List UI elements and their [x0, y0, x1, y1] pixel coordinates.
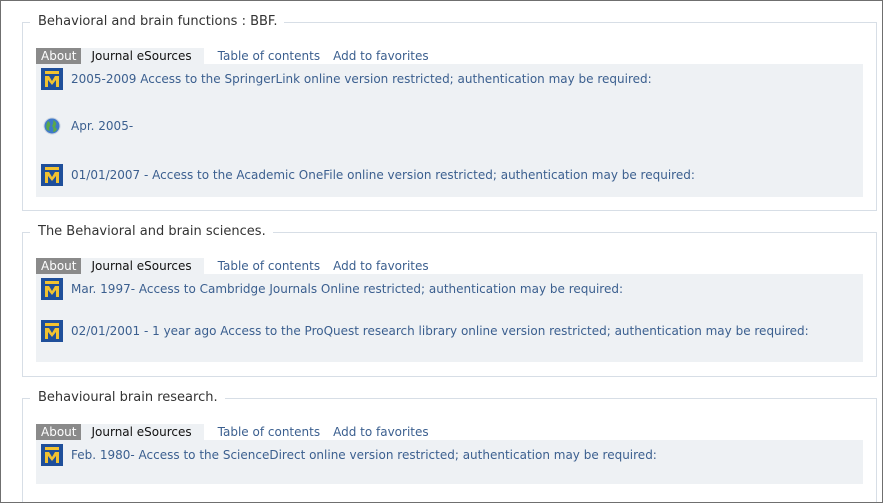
- esources-panel: Mar. 1997- Access to Cambridge Journals …: [36, 274, 863, 362]
- record-tabs: About Journal eSources Table of contents…: [36, 424, 429, 440]
- esource-link[interactable]: 2005-2009 Access to the SpringerLink onl…: [71, 72, 652, 86]
- tab-table-of-contents[interactable]: Table of contents: [218, 424, 320, 440]
- tab-table-of-contents[interactable]: Table of contents: [218, 48, 320, 64]
- esource-entry: Mar. 1997- Access to Cambridge Journals …: [41, 278, 623, 300]
- umich-m-icon: [41, 68, 63, 90]
- esource-link[interactable]: Mar. 1997- Access to Cambridge Journals …: [71, 282, 623, 296]
- tab-about[interactable]: About: [36, 424, 82, 440]
- tab-add-to-favorites[interactable]: Add to favorites: [333, 48, 429, 64]
- umich-m-icon: [41, 164, 63, 186]
- globe-icon: [41, 115, 63, 137]
- tab-add-to-favorites[interactable]: Add to favorites: [333, 424, 429, 440]
- record-title: The Behavioral and brain sciences.: [30, 223, 273, 241]
- record-title: Behavioral and brain functions : BBF.: [30, 13, 285, 31]
- tab-journal-esources[interactable]: Journal eSources: [81, 48, 204, 64]
- esource-link[interactable]: Feb. 1980- Access to the ScienceDirect o…: [71, 448, 657, 462]
- esource-entry: 02/01/2001 - 1 year ago Access to the Pr…: [41, 320, 809, 342]
- tab-table-of-contents[interactable]: Table of contents: [218, 258, 320, 274]
- esources-panel: 2005-2009 Access to the SpringerLink onl…: [36, 64, 863, 197]
- record-title: Behavioural brain research.: [30, 389, 225, 407]
- esource-entry: 2005-2009 Access to the SpringerLink onl…: [41, 68, 652, 90]
- esource-link[interactable]: Apr. 2005-: [71, 119, 133, 133]
- esource-entry: Apr. 2005-: [41, 115, 133, 137]
- umich-m-icon: [41, 444, 63, 466]
- umich-m-icon: [41, 320, 63, 342]
- tab-journal-esources[interactable]: Journal eSources: [81, 424, 204, 440]
- tab-add-to-favorites[interactable]: Add to favorites: [333, 258, 429, 274]
- record-tabs: About Journal eSources Table of contents…: [36, 258, 429, 274]
- results-frame: Behavioral and brain functions : BBF. Ab…: [0, 0, 883, 503]
- esource-entry: 01/01/2007 - Access to the Academic OneF…: [41, 164, 695, 186]
- esource-link[interactable]: 02/01/2001 - 1 year ago Access to the Pr…: [71, 324, 809, 338]
- tab-journal-esources[interactable]: Journal eSources: [81, 258, 204, 274]
- tab-about[interactable]: About: [36, 48, 82, 64]
- esource-entry: Feb. 1980- Access to the ScienceDirect o…: [41, 444, 657, 466]
- tab-about[interactable]: About: [36, 258, 82, 274]
- record-bbr: Behavioural brain research. About Journa…: [22, 389, 877, 502]
- record-tabs: About Journal eSources Table of contents…: [36, 48, 429, 64]
- esources-panel: Feb. 1980- Access to the ScienceDirect o…: [36, 440, 863, 484]
- record-bbs: The Behavioral and brain sciences. About…: [22, 223, 877, 377]
- record-bbf: Behavioral and brain functions : BBF. Ab…: [22, 13, 877, 211]
- umich-m-icon: [41, 278, 63, 300]
- esource-link[interactable]: 01/01/2007 - Access to the Academic OneF…: [71, 168, 695, 182]
